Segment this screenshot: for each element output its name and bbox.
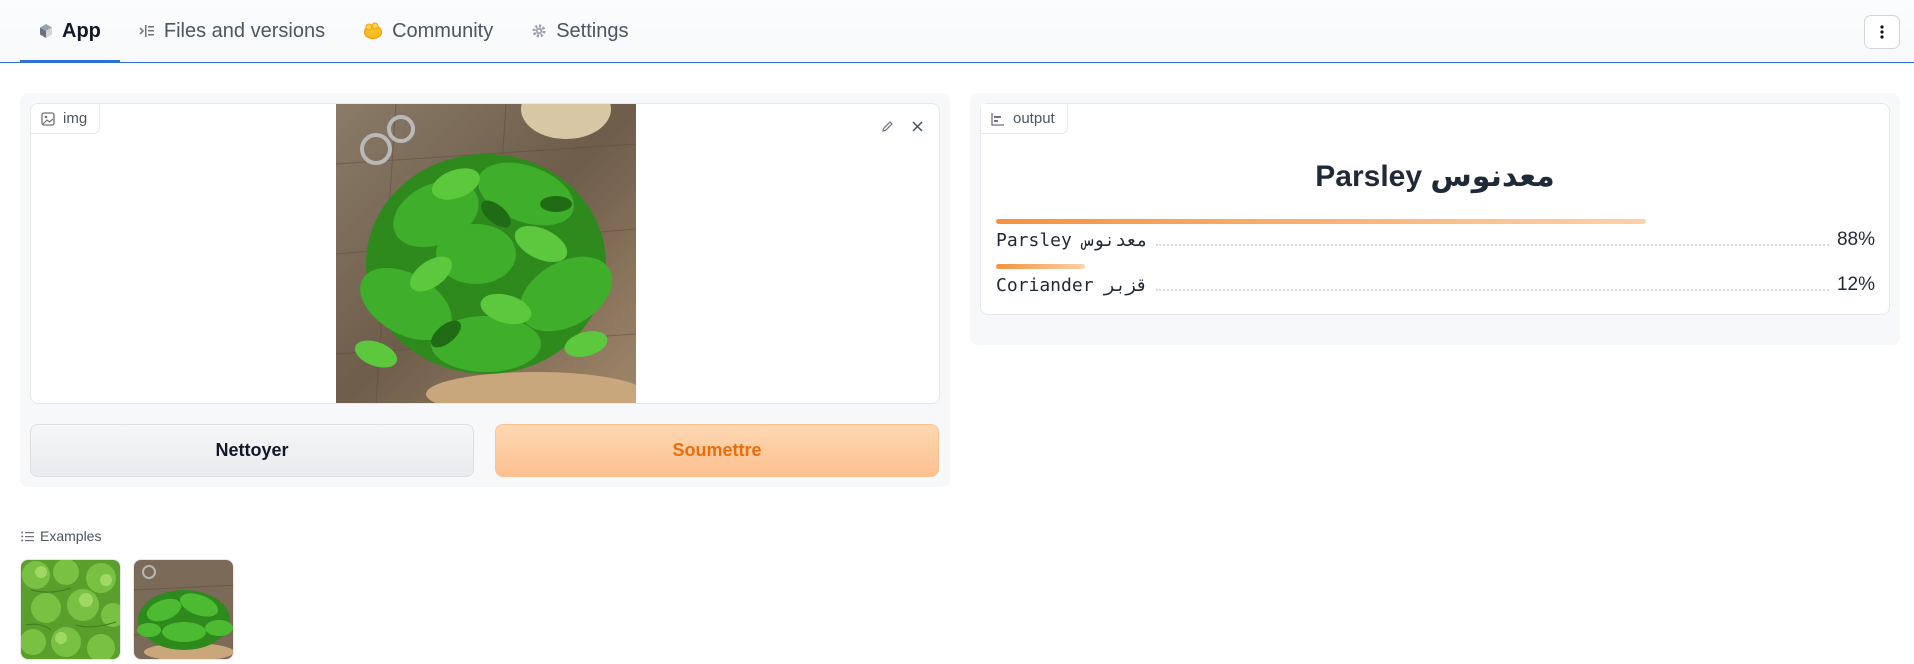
output-label: output bbox=[981, 104, 1068, 134]
output-panel: output Parsley معدنوس Parsley معدنوس 88%… bbox=[970, 93, 1900, 345]
confidence-label: Parsley معدنوس bbox=[996, 229, 1148, 251]
more-options-button[interactable] bbox=[1864, 15, 1900, 49]
dotted-leader bbox=[1155, 279, 1829, 291]
image-toolbar bbox=[875, 114, 929, 138]
community-icon bbox=[363, 22, 383, 40]
confidence-bar bbox=[996, 264, 1085, 269]
top-nav: App Files and versions Community Setting… bbox=[0, 0, 1914, 63]
example-coriander-image[interactable] bbox=[20, 559, 121, 660]
tab-community[interactable]: Community bbox=[344, 0, 512, 62]
kebab-menu-icon bbox=[1880, 25, 1884, 39]
confidence-label: Coriander قزبر bbox=[996, 274, 1148, 296]
tab-community-label: Community bbox=[392, 19, 494, 42]
output-label-text: output bbox=[1013, 110, 1055, 127]
label-output: output Parsley معدنوس Parsley معدنوس 88%… bbox=[980, 103, 1890, 315]
predicted-label: Parsley معدنوس bbox=[1315, 160, 1555, 193]
clear-image-button[interactable] bbox=[905, 114, 929, 138]
tab-files-and-versions[interactable]: Files and versions bbox=[120, 0, 344, 62]
pencil-icon bbox=[881, 120, 893, 132]
input-panel: img Nettoyer Soumettre bbox=[20, 93, 950, 487]
examples-header: Examples bbox=[21, 528, 101, 544]
bar-chart-icon bbox=[991, 112, 1004, 126]
tab-settings-label: Settings bbox=[556, 19, 629, 42]
example-parsley-image[interactable] bbox=[133, 559, 234, 660]
tab-bar: App Files and versions Community Setting… bbox=[20, 0, 647, 63]
tab-app[interactable]: App bbox=[20, 0, 120, 63]
clear-button[interactable]: Nettoyer bbox=[30, 424, 474, 477]
confidence-bar bbox=[996, 219, 1646, 224]
tab-app-label: App bbox=[62, 19, 101, 42]
image-input-label-text: img bbox=[63, 110, 88, 127]
gear-icon bbox=[531, 23, 547, 39]
tab-settings[interactable]: Settings bbox=[512, 0, 647, 62]
uploaded-image-preview bbox=[336, 104, 636, 403]
confidence-percent: 88% bbox=[1836, 229, 1875, 250]
confidence-item[interactable]: Parsley معدنوس 88% bbox=[996, 219, 1875, 251]
image-input[interactable]: img bbox=[30, 103, 940, 404]
tab-files-label: Files and versions bbox=[163, 19, 326, 42]
confidence-item[interactable]: Coriander قزبر 12% bbox=[996, 264, 1875, 296]
image-icon bbox=[41, 111, 55, 126]
cube-icon bbox=[39, 23, 53, 39]
files-icon bbox=[139, 24, 155, 38]
examples-label: Examples bbox=[40, 528, 102, 544]
submit-button[interactable]: Soumettre bbox=[495, 424, 939, 477]
close-icon bbox=[911, 120, 923, 132]
list-icon bbox=[21, 531, 34, 541]
confidence-percent: 12% bbox=[1836, 274, 1875, 295]
dotted-leader bbox=[1155, 234, 1829, 246]
image-input-label: img bbox=[31, 104, 101, 134]
edit-image-button[interactable] bbox=[875, 114, 899, 138]
